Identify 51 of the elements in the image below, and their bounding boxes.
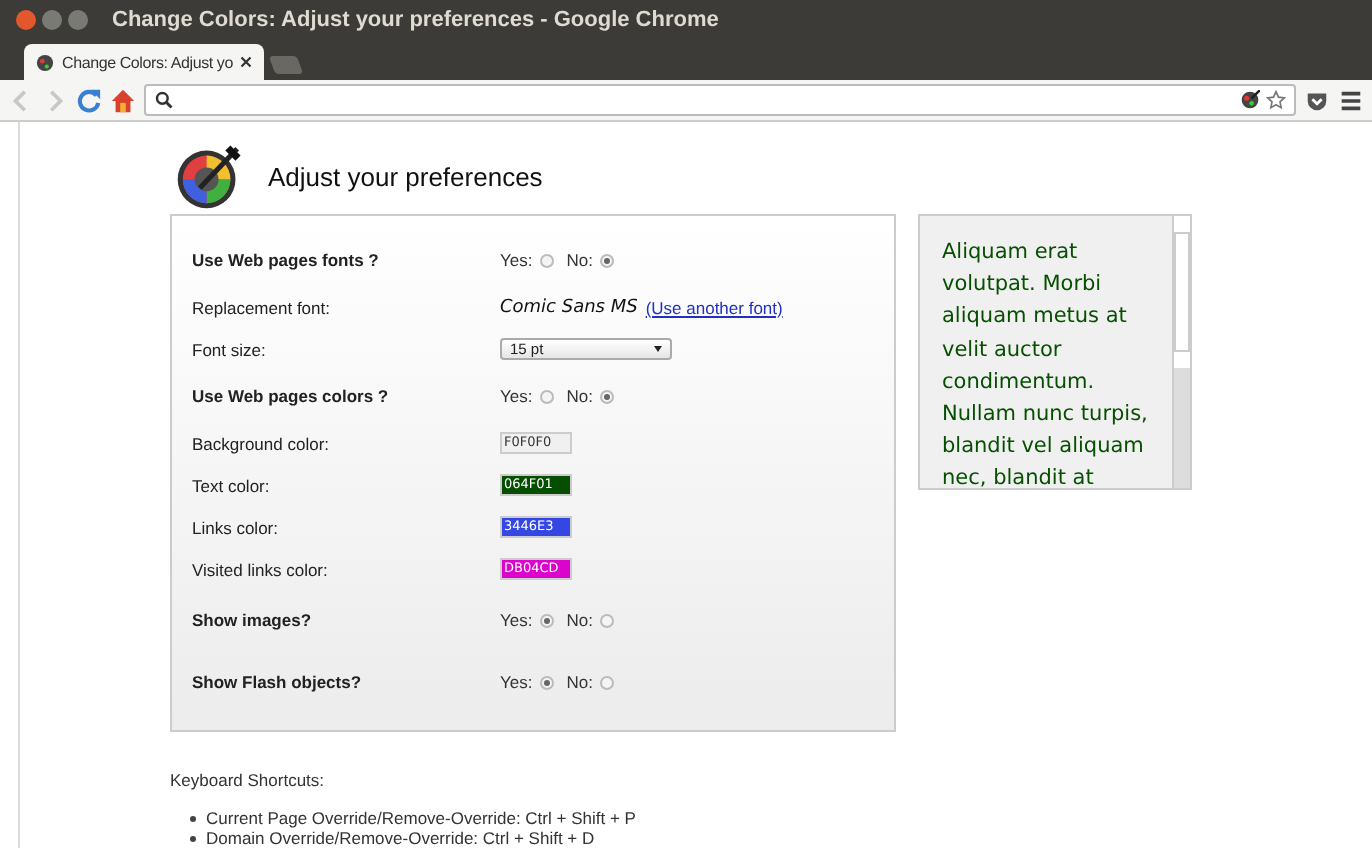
setting-label: Replacement font: (192, 297, 332, 317)
setting-label: Font size: (192, 339, 268, 359)
setting-label: Text color: (192, 475, 272, 495)
font-name: Comic Sans MS (500, 297, 638, 317)
reload-icon[interactable] (76, 87, 102, 113)
radio-button[interactable] (540, 389, 555, 403)
home-icon[interactable] (110, 87, 136, 113)
minimize-icon[interactable] (42, 10, 62, 30)
radio-button[interactable] (600, 253, 615, 267)
setting-label: Background color: (192, 433, 332, 453)
radio-button[interactable] (600, 389, 615, 403)
setting-label: Show images? (192, 610, 314, 630)
new-tab-button[interactable] (268, 56, 304, 74)
option-label: Yes: (500, 672, 533, 692)
setting-label: Show Flash objects? (192, 672, 364, 692)
shortcut-item: Current Page Override/Remove-Override: Ctrl + Shift + P (206, 810, 636, 829)
shortcuts-title: Keyboard Shortcuts: (170, 770, 327, 790)
caret-icon (654, 346, 662, 352)
setting-label: Links color: (192, 517, 280, 537)
page-heading: Adjust your preferences (268, 161, 543, 191)
palette-icon (36, 53, 54, 71)
radio-button[interactable] (600, 675, 615, 689)
setting-label: Use Web pages fonts ? (192, 250, 381, 270)
radio-button[interactable] (600, 613, 615, 627)
use-another-font-link[interactable]: (Use another font) (645, 297, 783, 317)
color-wheel-icon (176, 142, 244, 210)
option-label: Yes: (500, 610, 533, 630)
option-label: Yes: (500, 250, 533, 270)
option-label: No: (566, 250, 593, 270)
option-label: No: (566, 386, 593, 406)
option-label: No: (566, 610, 593, 630)
bullet-icon (190, 816, 196, 823)
shortcut-item: Domain Override/Remove-Override: Ctrl + Shift + D (206, 829, 595, 848)
radio-button[interactable] (540, 675, 555, 689)
maximize-icon[interactable] (68, 10, 88, 30)
palette-icon[interactable] (1240, 90, 1260, 110)
menu-icon[interactable] (1338, 87, 1364, 113)
radio-button[interactable] (540, 613, 555, 627)
star-icon[interactable] (1266, 90, 1286, 110)
bullet-icon (190, 835, 196, 842)
browser-tab[interactable]: Change Colors: Adjust yo (24, 44, 264, 80)
setting-label: Use Web pages colors ? (192, 386, 391, 406)
scrollbar[interactable] (1172, 216, 1190, 488)
setting-label: Visited links color: (192, 559, 330, 579)
preview-text: Aliquam erat volutpat. Morbi aliquam metus at velit auctor condimentum. Nullam nunc turpis, blandit vel aliquam nec, blandit at (940, 238, 1150, 488)
option-label: Yes: (500, 386, 533, 406)
window-title: Change Colors: Adjust your preferences - Google Chrome (112, 8, 719, 32)
option-label: No: (566, 672, 593, 692)
radio-button[interactable] (540, 253, 555, 267)
close-icon[interactable] (240, 56, 253, 68)
search-icon (154, 90, 174, 110)
